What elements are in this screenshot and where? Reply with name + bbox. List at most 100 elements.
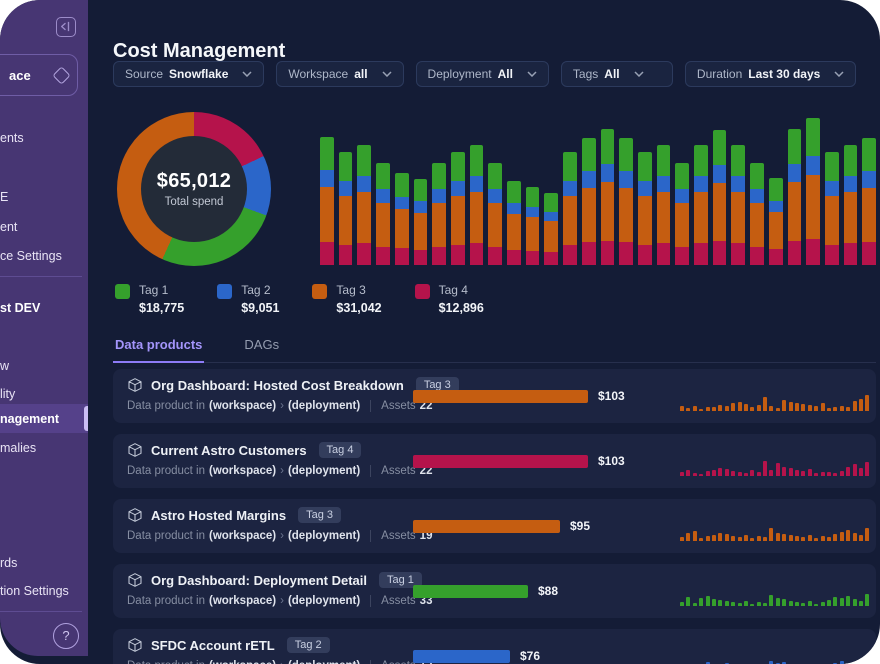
stacked-bar[interactable] — [750, 163, 764, 265]
stacked-bar[interactable] — [395, 173, 409, 265]
sparkline-bar — [680, 406, 684, 411]
stacked-bar[interactable] — [713, 130, 727, 265]
bar-segment — [339, 196, 353, 245]
sidebar-item-malies[interactable]: malies — [0, 441, 36, 455]
bar-segment — [563, 245, 577, 265]
stacked-bar[interactable] — [470, 145, 484, 265]
stacked-bar[interactable] — [451, 152, 465, 265]
workspace-filter[interactable]: Workspace all — [276, 61, 403, 87]
tab-dags[interactable]: DAGs — [242, 333, 281, 362]
stacked-bar[interactable] — [376, 163, 390, 265]
stacked-bar[interactable] — [638, 152, 652, 265]
sparkline-bar — [789, 601, 793, 606]
sidebar-deployment-header[interactable]: st DEV — [0, 301, 40, 315]
chevron-down-icon — [242, 71, 252, 77]
stacked-bar[interactable] — [844, 145, 858, 265]
sparkline-bar — [814, 406, 818, 411]
sidebar-item-ce-settings[interactable]: ce Settings — [0, 249, 62, 263]
sidebar-item-rds[interactable]: rds — [0, 556, 17, 570]
legend-value: $12,896 — [439, 301, 484, 315]
breadcrumb-deployment[interactable]: (deployment) — [288, 530, 360, 542]
stacked-bar[interactable] — [806, 118, 820, 265]
bar-segment — [619, 138, 633, 171]
stacked-bar[interactable] — [526, 187, 540, 265]
breadcrumb-deployment[interactable]: (deployment) — [288, 660, 360, 664]
bar-segment — [507, 181, 521, 203]
stacked-bar[interactable] — [563, 152, 577, 265]
stacked-bar[interactable] — [582, 138, 596, 265]
breadcrumb-deployment[interactable]: (deployment) — [288, 465, 360, 477]
chart-legend: Tag 1 $18,775 Tag 2 $9,051 Tag 3 $31,042… — [115, 283, 484, 315]
row-title: SFDC Account rETL — [151, 638, 275, 653]
tags-filter[interactable]: Tags All — [561, 61, 673, 87]
bar-segment — [713, 165, 727, 183]
bar-segment — [582, 242, 596, 265]
duration-filter[interactable]: Duration Last 30 days — [685, 61, 856, 87]
sidebar-item-ents[interactable]: ents — [0, 131, 24, 145]
stacked-bar[interactable] — [825, 152, 839, 265]
stacked-bar[interactable] — [414, 179, 428, 265]
breadcrumb-workspace[interactable]: (workspace) — [209, 400, 276, 412]
stacked-bar[interactable] — [788, 129, 802, 265]
stacked-bar[interactable] — [320, 137, 334, 265]
bar-segment — [507, 203, 521, 214]
stacked-bar[interactable] — [357, 145, 371, 265]
stacked-bar[interactable] — [339, 152, 353, 265]
sidebar-item-e[interactable]: E — [0, 190, 8, 204]
legend-label: Tag 4 — [439, 283, 484, 297]
bar-segment — [675, 163, 689, 190]
stacked-bar[interactable] — [544, 193, 558, 265]
stacked-bar[interactable] — [731, 145, 745, 265]
sparkline-bar — [859, 601, 863, 606]
sparkline-bar — [859, 468, 863, 476]
sidebar-collapse-button[interactable] — [56, 17, 76, 37]
total-spend-value: $65,012 — [157, 170, 231, 193]
assets-label: Assets — [381, 530, 416, 542]
sparkline-bar — [769, 470, 773, 476]
breadcrumb-workspace[interactable]: (workspace) — [209, 530, 276, 542]
sidebar-item-ent[interactable]: ent — [0, 220, 17, 234]
donut-ring[interactable]: $65,012 Total spend — [117, 112, 271, 266]
help-button[interactable]: ? — [53, 623, 79, 649]
deployment-filter[interactable]: Deployment All — [416, 61, 549, 87]
tab-data-products[interactable]: Data products — [113, 333, 204, 363]
stacked-bar[interactable] — [488, 163, 502, 265]
cost-bar — [413, 455, 588, 468]
sparkline-bar — [725, 469, 729, 476]
sparkline-bar — [686, 533, 690, 541]
bar-segment — [713, 241, 727, 265]
stacked-bar[interactable] — [862, 138, 876, 265]
sidebar-item-w[interactable]: w — [0, 359, 9, 373]
sparkline-bar — [680, 602, 684, 606]
stacked-bar[interactable] — [507, 181, 521, 265]
stacked-bar[interactable] — [675, 163, 689, 265]
data-product-row[interactable]: Astro Hosted Margins Tag 3 Data product … — [113, 499, 876, 553]
stacked-bar[interactable] — [769, 178, 783, 265]
breadcrumb-deployment[interactable]: (deployment) — [288, 400, 360, 412]
sidebar-item-lity[interactable]: lity — [0, 387, 15, 401]
sparkline-bar — [795, 403, 799, 411]
bar-segment — [488, 163, 502, 190]
stacked-bar[interactable] — [619, 138, 633, 265]
data-product-row[interactable]: Org Dashboard: Hosted Cost Breakdown Tag… — [113, 369, 876, 423]
data-product-row[interactable]: Org Dashboard: Deployment Detail Tag 1 D… — [113, 564, 876, 618]
breadcrumb-workspace[interactable]: (workspace) — [209, 660, 276, 664]
source-filter[interactable]: Source Snowflake — [113, 61, 264, 87]
stacked-bar[interactable] — [601, 129, 615, 265]
bar-segment — [470, 176, 484, 192]
sparkline-bar — [853, 401, 857, 411]
sidebar-item-tion-settings[interactable]: tion Settings — [0, 584, 69, 598]
stacked-bar[interactable] — [657, 145, 671, 265]
sidebar-item-cost-management[interactable]: nagement — [0, 404, 88, 433]
bar-segment — [544, 212, 558, 221]
workspace-switcher[interactable]: ace — [0, 54, 78, 96]
breadcrumb-workspace[interactable]: (workspace) — [209, 595, 276, 607]
breadcrumb-deployment[interactable]: (deployment) — [288, 595, 360, 607]
stacked-bar[interactable] — [432, 163, 446, 265]
stacked-bar[interactable] — [694, 145, 708, 265]
bar-segment — [357, 192, 371, 244]
data-product-row[interactable]: Current Astro Customers Tag 4 Data produ… — [113, 434, 876, 488]
breadcrumb-workspace[interactable]: (workspace) — [209, 465, 276, 477]
bar-segment — [470, 243, 484, 265]
data-product-row[interactable]: SFDC Account rETL Tag 2 Data product in … — [113, 629, 876, 664]
